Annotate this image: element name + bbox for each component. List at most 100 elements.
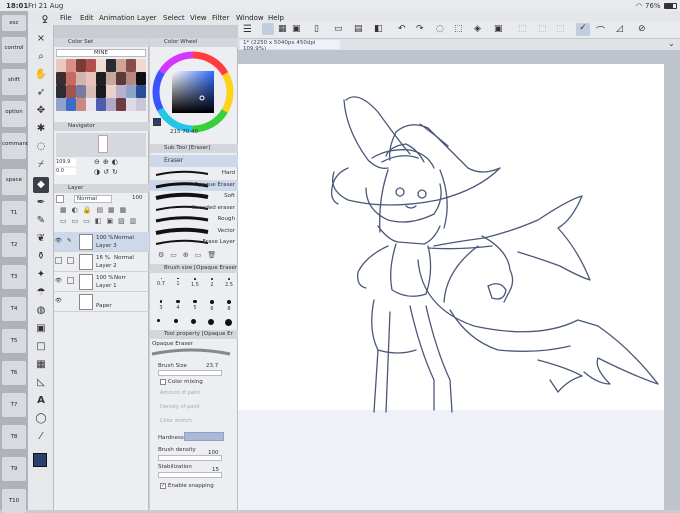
color-swatch[interactable]: [96, 72, 106, 85]
sub-tool-actions[interactable]: ⚙▭⊕▭🗑: [158, 251, 222, 259]
undo-icon[interactable]: ↶: [398, 24, 406, 34]
color-swatch[interactable]: [126, 59, 136, 72]
operation-tool-icon[interactable]: ➶: [33, 85, 49, 101]
color-swatch[interactable]: [56, 98, 66, 111]
rotate-canvas-icon[interactable]: ⊘: [638, 24, 646, 34]
brush-size-cell[interactable]: 6: [205, 297, 219, 317]
sub-tool-item[interactable]: Vector: [150, 226, 238, 237]
color-swatch[interactable]: [136, 85, 146, 98]
brush-size-cell[interactable]: 2.5: [222, 275, 236, 295]
visibility-checkbox[interactable]: [55, 257, 62, 264]
auto-select-icon[interactable]: ✱: [33, 121, 49, 137]
color-swatch[interactable]: [116, 72, 126, 85]
menu-layer[interactable]: Layer: [137, 14, 157, 22]
sub-tool-item[interactable]: Erase Layer: [150, 237, 238, 248]
color-swatch[interactable]: [76, 98, 86, 111]
key-t4[interactable]: T4: [2, 297, 26, 321]
color-swatch[interactable]: [106, 59, 116, 72]
navigator-zoom-buttons[interactable]: ⊖⊕◐: [94, 158, 121, 166]
menu-view[interactable]: View: [190, 14, 207, 22]
menu-filter[interactable]: Filter: [212, 14, 229, 22]
color-swatch[interactable]: [136, 72, 146, 85]
sub-tool-item[interactable]: Opaque Eraser: [150, 179, 238, 191]
color-swatch[interactable]: [116, 98, 126, 111]
color-swatch[interactable]: [66, 59, 76, 72]
menu-help[interactable]: Help: [268, 14, 284, 22]
frame-tool-icon[interactable]: ▦: [33, 357, 49, 373]
main-color-swatch[interactable]: [33, 453, 47, 467]
figure-tool-icon[interactable]: □: [33, 339, 49, 355]
eraser-tool-icon[interactable]: ◆: [33, 177, 49, 193]
color-swatch[interactable]: [86, 59, 96, 72]
ruler-tool-icon[interactable]: ◺: [33, 375, 49, 391]
color-swatch[interactable]: [96, 59, 106, 72]
color-swatch[interactable]: [126, 98, 136, 111]
layer-opacity-value[interactable]: 100: [132, 195, 146, 203]
key-shift[interactable]: shift: [2, 69, 26, 95]
sub-tool-item[interactable]: Hard: [150, 168, 238, 179]
brush-size-cell[interactable]: 0.7: [154, 275, 168, 295]
brush-size-dot[interactable]: [208, 319, 214, 325]
color-swatch[interactable]: [86, 85, 96, 98]
color-swatch[interactable]: [106, 85, 116, 98]
invert-selection-icon[interactable]: ⬚: [538, 24, 547, 34]
key-t5[interactable]: T5: [2, 329, 26, 353]
color-swatch[interactable]: [126, 85, 136, 98]
blend-tool-icon[interactable]: ☂: [33, 285, 49, 301]
chevron-down-icon[interactable]: ⌄: [668, 39, 675, 48]
color-swatch[interactable]: [96, 85, 106, 98]
eye-icon[interactable]: 👁: [55, 298, 62, 304]
menu-select[interactable]: Select: [163, 14, 185, 22]
brush-size-cell[interactable]: 1.5: [188, 275, 202, 295]
brush-size-cell[interactable]: 5: [188, 297, 202, 317]
ruler-snap-icon[interactable]: ⌒: [596, 24, 605, 37]
color-swatch[interactable]: [76, 59, 86, 72]
color-swatch[interactable]: [76, 72, 86, 85]
layer-row[interactable]: 16 % Normal Layer 2: [54, 252, 149, 272]
key-t6[interactable]: T6: [2, 361, 26, 385]
lasso-icon[interactable]: ◌: [33, 139, 49, 155]
color-swatch[interactable]: [66, 72, 76, 85]
layer-color-chip[interactable]: [56, 195, 64, 203]
clear-layer-icon[interactable]: ▣: [494, 24, 503, 34]
brush-size-cell[interactable]: 3: [154, 297, 168, 317]
blend-mode-dropdown[interactable]: Normal: [74, 195, 112, 203]
sub-tool-group-tab[interactable]: Eraser: [150, 155, 238, 167]
select-tool-icon[interactable]: [262, 23, 274, 35]
color-swatch[interactable]: [126, 72, 136, 85]
color-swatch[interactable]: [106, 72, 116, 85]
key-space[interactable]: space: [2, 169, 26, 195]
hardness-slider[interactable]: [184, 432, 224, 441]
crop-icon[interactable]: ⬚: [556, 24, 565, 34]
sub-tool-item[interactable]: Soft: [150, 191, 238, 202]
brush-tool-icon[interactable]: ❦: [33, 231, 49, 247]
brush-size-dot[interactable]: [225, 319, 232, 326]
pen-tool-icon[interactable]: ✒: [33, 195, 49, 211]
color-swatch[interactable]: [136, 98, 146, 111]
brush-size-slider[interactable]: [158, 370, 222, 376]
image-icon[interactable]: ▣: [292, 24, 301, 34]
color-swatch[interactable]: [96, 98, 106, 111]
color-swatch[interactable]: [56, 72, 66, 85]
brush-size-cell[interactable]: 1: [171, 275, 185, 295]
menu-list-icon[interactable]: ☰: [243, 24, 252, 35]
special-ruler-icon[interactable]: ◿: [616, 24, 623, 34]
transform-icon[interactable]: ⬚: [454, 24, 463, 34]
move-layer-icon[interactable]: ✥: [33, 103, 49, 119]
pen-pressure-icon[interactable]: ✓: [576, 23, 590, 36]
key-control[interactable]: control: [2, 37, 26, 63]
new-icon[interactable]: ▯: [314, 24, 319, 34]
navigator-angle-field[interactable]: 0.0: [56, 168, 76, 175]
key-t7[interactable]: T7: [2, 393, 26, 417]
clear-selection-icon[interactable]: ⬚: [518, 24, 527, 34]
layer-lock-icons[interactable]: ▦◐🔒▤▦▦: [60, 206, 131, 214]
save-icon[interactable]: ▤: [354, 24, 363, 34]
brush-size-cell[interactable]: 8: [222, 297, 236, 317]
key-t3[interactable]: T3: [2, 265, 26, 289]
color-swatch[interactable]: [86, 72, 96, 85]
airbrush-icon[interactable]: ⚱: [33, 249, 49, 265]
redo-icon[interactable]: ↷: [416, 24, 424, 34]
export-icon[interactable]: ◧: [374, 24, 383, 34]
zoom-tool-icon[interactable]: ⌕: [33, 49, 49, 65]
pencil-tool-icon[interactable]: ✎: [33, 213, 49, 229]
